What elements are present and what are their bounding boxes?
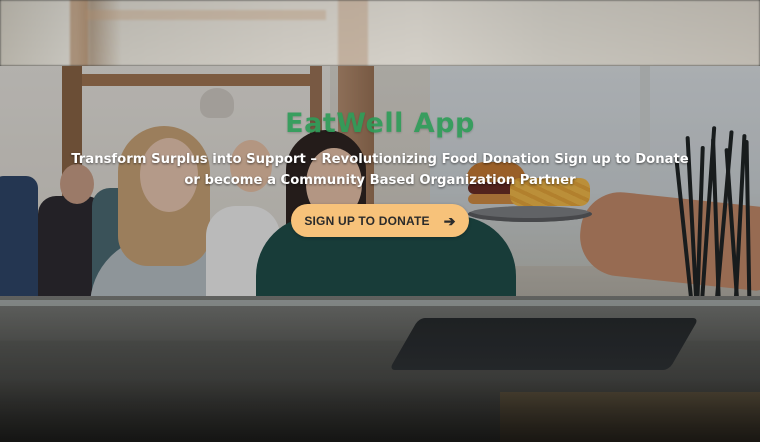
sign-up-to-donate-button[interactable]: SIGN UP TO DONATE ➔: [291, 204, 469, 237]
hero-subtitle: Transform Surplus into Support – Revolut…: [71, 152, 689, 188]
arrow-right-icon: ➔: [443, 212, 456, 229]
top-blurred-banner: [0, 0, 760, 66]
cta-label: SIGN UP TO DONATE: [304, 213, 430, 228]
bottom-shade: [0, 378, 760, 442]
blurred-beam: [86, 10, 326, 20]
hero-content: EatWell App Transform Surplus into Suppo…: [0, 108, 760, 237]
blurred-pillar: [338, 0, 368, 66]
app-title: EatWell App: [285, 108, 475, 139]
